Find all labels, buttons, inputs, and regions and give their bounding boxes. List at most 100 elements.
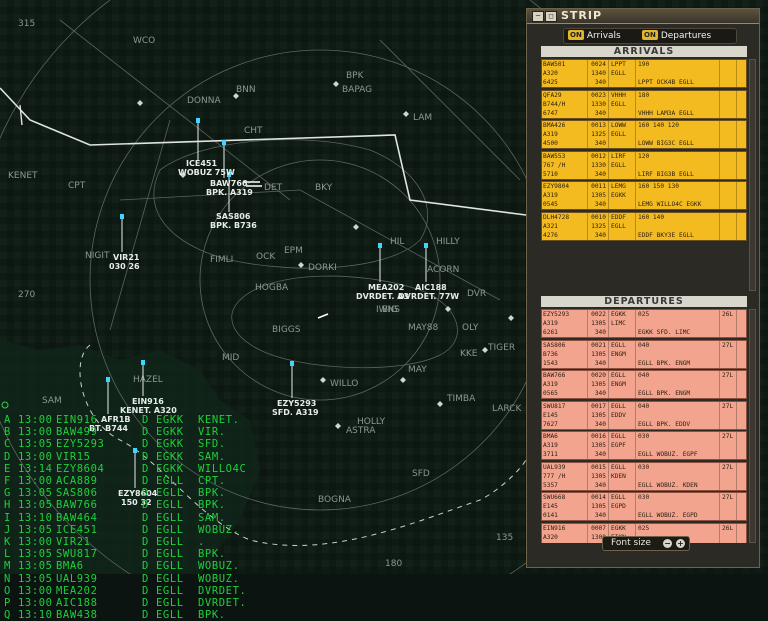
- strip-runway: 27L: [719, 462, 736, 490]
- flight-list-row[interactable]: L 13:05 SWU817 D EGLL BPK.: [4, 548, 294, 560]
- strip-field: 1305: [591, 320, 606, 327]
- flight-list-row[interactable]: I 13:10 BAW464 D EGLL SAM.: [4, 512, 294, 524]
- tab-departures[interactable]: ON Departures: [642, 30, 711, 42]
- flight-list-row[interactable]: A 13:00 EIN916 D EGKK KENET.: [4, 414, 294, 426]
- flight-strip[interactable]: SAS806 B736 1543 0021 1305 340 EGLL ENGM 040 EGLL…: [541, 339, 747, 369]
- strip-field: 340: [594, 481, 606, 489]
- strip-handle[interactable]: [736, 432, 746, 459]
- strip-field: 0020: [591, 372, 606, 379]
- flight-list-row[interactable]: K 13:00 VIR21 D EGLL.: [4, 536, 294, 548]
- flight-list-row[interactable]: E 13:14 EZY8604 D EGKK WILLO4C: [4, 463, 294, 475]
- flight-strip[interactable]: BAW553 767 /H 5710 0012 1330 340 LIRF EGLL 120 LI…: [541, 150, 747, 180]
- tab-arrivals[interactable]: ON Arrivals: [568, 30, 621, 42]
- flight-list-letter: I: [4, 511, 11, 524]
- flight-strip[interactable]: SWU817 E145 7627 0017 1305 340 EGLL EDDV 040 EGLL…: [541, 400, 747, 430]
- strip-field: 0024: [591, 61, 606, 68]
- flight-strip[interactable]: BMA426 A319 4500 0013 1325 340 LOWW EGLL 160 140…: [541, 120, 747, 149]
- strip-field: 27L: [722, 372, 734, 379]
- flight-list-callsign: BAW499: [56, 426, 98, 439]
- flight-list-fix: BPK.: [198, 499, 226, 512]
- flight-list-row[interactable]: D 13:00 VIR15 D EGKK SAM.: [4, 451, 294, 463]
- strip-column: 120 LIRF BIG3B EGLL: [635, 151, 719, 179]
- flight-list-callsign: BAW438: [56, 609, 98, 621]
- flight-list-row[interactable]: P 13:00 AIC188 D EGLL DVRDET.: [4, 597, 294, 609]
- flight-list-callsign: BMA6: [56, 560, 84, 573]
- strip-column: LEMG EGKK: [608, 182, 635, 209]
- strip-titlebar[interactable]: ─ □ STRIP: [527, 9, 759, 24]
- strip-field: 0012: [591, 152, 606, 160]
- strip-field: 27L: [722, 433, 734, 440]
- strip-field: 0015: [591, 463, 606, 471]
- flight-strip[interactable]: EZY5293 A319 6261 0022 1305 340 EGKK LIMC 025 EGK…: [541, 309, 747, 338]
- ring-label-180: 180: [385, 559, 402, 569]
- strip-field: 26L: [722, 311, 734, 318]
- strip-handle[interactable]: [736, 401, 746, 429]
- strip-column: 0012 1330 340: [587, 151, 608, 179]
- strip-field: 4500: [543, 140, 558, 147]
- strip-handle[interactable]: [736, 212, 746, 240]
- flight-strip[interactable]: SWU668 E145 0141 0014 1305 340 EGLL EGPD 030 EGLL…: [541, 492, 747, 521]
- beacon-label: MID: [222, 353, 239, 363]
- flight-list-route: EGLL: [156, 548, 184, 561]
- strip-handle[interactable]: [736, 462, 746, 490]
- flight-list-letter: G: [4, 487, 11, 500]
- flight-strip[interactable]: EZY9804 A319 0545 0011 1305 340 LEMG EGKK 160 15…: [541, 181, 747, 210]
- flight-list-row[interactable]: M 13:05 BMA6 D EGLL WOBUZ.: [4, 560, 294, 572]
- strip-handle[interactable]: [736, 182, 746, 209]
- flight-list-row[interactable]: N 13:05 UAL939 D EGLL WOBUZ.: [4, 573, 294, 585]
- beacon-label: WILLO: [330, 379, 358, 389]
- flight-list-row[interactable]: J 13:05 ICE451 D EGLL WOBUZ.: [4, 524, 294, 536]
- beacon-label: OCK: [256, 252, 276, 262]
- arrivals-strip-list[interactable]: BAW501 A320 6425 0024 1340 340 LPPT EGLL 190 LPPT…: [541, 59, 747, 291]
- flight-list-row[interactable]: F 13:00 ACA889 D EGLL CPT.: [4, 475, 294, 487]
- font-decrease-icon[interactable]: −: [663, 539, 672, 548]
- strip-field: 1305: [591, 472, 606, 480]
- strip-field: LOWW: [611, 122, 626, 129]
- strip-field: KDEN: [611, 472, 626, 480]
- flight-list-fix: KENET.: [198, 414, 240, 426]
- flight-strip[interactable]: BMA6 A319 3711 0016 1305 340 EGLL EGPF 030 EGLL W…: [541, 431, 747, 460]
- flight-list-time: 13:00: [18, 536, 53, 549]
- departures-scrollbar[interactable]: [749, 309, 756, 543]
- strip-field: 0017: [591, 402, 606, 410]
- strip-field: 340: [594, 201, 606, 208]
- strip-handle[interactable]: [736, 340, 746, 368]
- arrivals-scrollbar[interactable]: [749, 59, 756, 291]
- departures-on-toggle[interactable]: ON: [642, 30, 658, 40]
- restore-icon[interactable]: □: [545, 11, 557, 22]
- flight-list-letter: O: [4, 584, 11, 597]
- strip-runway: 26L: [719, 523, 736, 543]
- strip-handle[interactable]: [736, 151, 746, 179]
- strip-handle[interactable]: [736, 523, 746, 543]
- strip-field: EGLL: [611, 402, 626, 410]
- strip-handle[interactable]: [736, 90, 746, 118]
- flight-strip[interactable]: BAW766 A319 0565 0020 1305 340 EGLL ENGM 040 EGLL…: [541, 370, 747, 399]
- strip-handle[interactable]: [736, 310, 746, 337]
- font-increase-icon[interactable]: +: [676, 539, 685, 548]
- strip-column: 0013 1325 340: [587, 121, 608, 148]
- flight-list-row[interactable]: O 13:00 MEA202 D EGLL DVRDET.: [4, 585, 294, 597]
- flight-strip[interactable]: BAW501 A320 6425 0024 1340 340 LPPT EGLL 190 LPPT…: [541, 59, 747, 88]
- flight-list-row[interactable]: Q 13:10 BAW438 D EGLL BPK.: [4, 609, 294, 621]
- flight-list-row[interactable]: C 13:05 EZY5293 D EGKK SFD.: [4, 438, 294, 450]
- data-block: BPK. A319: [206, 188, 253, 197]
- flight-list-callsign: ICE451: [56, 523, 98, 536]
- minimize-icon[interactable]: ─: [532, 11, 544, 22]
- flight-list-row[interactable]: H 13:05 BAW766 D EGLL BPK.: [4, 499, 294, 511]
- strip-handle[interactable]: [736, 121, 746, 148]
- strip-field: VHHH: [611, 91, 626, 99]
- flight-strip[interactable]: DLH4728 A321 4276 0010 1325 340 EDDF EGLL 160 14…: [541, 211, 747, 241]
- flight-list-dir: D: [142, 572, 149, 585]
- flight-list-row[interactable]: B 13:00 BAW499 D EGKK VIR.: [4, 426, 294, 438]
- strip-field: [638, 69, 719, 78]
- departures-strip-list[interactable]: EZY5293 A319 6261 0022 1305 340 EGKK LIMC 025 EGK…: [541, 309, 747, 543]
- flight-list-fix: WOBUZ.: [198, 560, 240, 573]
- flight-strip[interactable]: QFA29 B744/H 6747 0023 1330 340 VHHH EGLL 180 VHH…: [541, 89, 747, 119]
- strip-handle[interactable]: [736, 493, 746, 520]
- strip-handle[interactable]: [736, 60, 746, 87]
- flight-strip[interactable]: UAL939 777 /H 5357 0015 1305 340 EGLL KDEN 030 EG…: [541, 461, 747, 491]
- arrivals-on-toggle[interactable]: ON: [568, 30, 584, 40]
- strip-handle[interactable]: [736, 371, 746, 398]
- strip-column: EGLL KDEN: [608, 462, 635, 490]
- flight-list-row[interactable]: G 13:05 SAS806 D EGLL BPK.: [4, 487, 294, 499]
